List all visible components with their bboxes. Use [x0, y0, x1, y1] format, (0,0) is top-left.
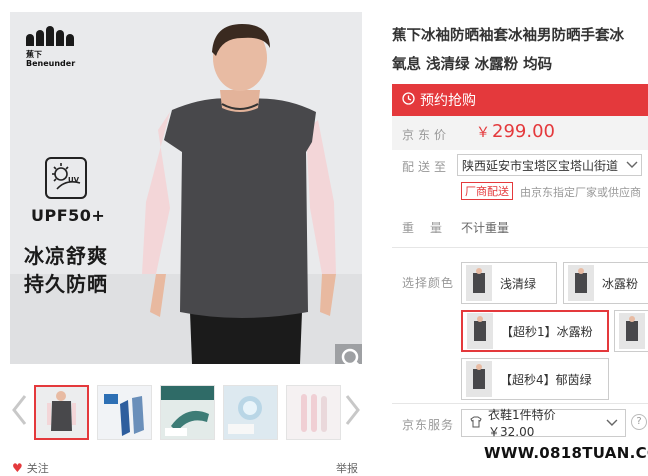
- price-label: 京东价: [402, 128, 451, 142]
- service-value: 衣鞋1件特价 ￥32.00: [488, 408, 556, 439]
- heart-icon: ♥: [12, 461, 23, 475]
- clock-icon: [402, 91, 415, 109]
- magnifier-icon: [341, 348, 360, 364]
- uv-label: UV: [68, 176, 80, 184]
- chevron-left-icon: [12, 395, 27, 425]
- zoom-button[interactable]: [335, 344, 362, 364]
- section-divider: [392, 247, 648, 248]
- thumbnail-2[interactable]: [97, 385, 152, 440]
- color-swatch: [466, 361, 492, 397]
- thumbnail-image: [36, 387, 87, 438]
- factory-delivery-badge: 厂商配送: [461, 182, 513, 200]
- thumbnail-image: [287, 386, 340, 439]
- chevron-right-icon: [345, 395, 360, 425]
- color-option-3[interactable]: 【超秒1】冰露粉: [461, 310, 609, 352]
- main-product-image[interactable]: 蕉下 Beneunder UV UPF50+ 冰凉舒爽 持久防晒: [10, 12, 362, 364]
- color-option-label: 浅清绿: [500, 276, 537, 291]
- currency-symbol: ￥: [476, 125, 490, 141]
- presale-banner: 预约抢购: [392, 84, 648, 116]
- site-watermark: WWW.0818TUAN.COM: [484, 444, 648, 462]
- thumbnail-image: [224, 386, 277, 439]
- service-selector[interactable]: 衣鞋1件特价 ￥32.00: [461, 408, 626, 439]
- sun-uv-icon: UV: [45, 157, 87, 199]
- thumbs-prev-arrow[interactable]: [10, 392, 30, 428]
- brand-logo-mark: [26, 26, 75, 46]
- color-option-overflow[interactable]: [614, 310, 648, 352]
- weight-value: 不计重量: [461, 221, 510, 235]
- color-swatch: [467, 313, 493, 349]
- service-label: 京东服务: [402, 418, 455, 432]
- brand-name-en: Beneunder: [26, 59, 76, 68]
- thumbnail-1[interactable]: [34, 385, 89, 440]
- color-option-4[interactable]: 【超秒4】郁茵绿: [461, 358, 609, 400]
- address-selector[interactable]: 陕西延安市宝塔区宝塔山街道: [457, 154, 642, 176]
- color-swatch: [619, 313, 645, 349]
- follow-button[interactable]: ♥ 关注: [12, 460, 49, 476]
- color-option-label: 【超秒1】冰露粉: [501, 324, 593, 339]
- slogan-line-2: 持久防晒: [24, 272, 108, 296]
- price-row: 京东价 ￥ 299.00: [392, 116, 648, 150]
- color-option-2[interactable]: 冰露粉: [563, 262, 648, 304]
- report-link[interactable]: 举报: [336, 460, 358, 476]
- price-value: ￥ 299.00: [476, 121, 555, 142]
- section-divider: [392, 403, 648, 404]
- chevron-down-icon: [606, 419, 618, 426]
- thumbnail-image: [161, 386, 214, 439]
- presale-label: 预约抢购: [420, 93, 476, 109]
- slogan-line-1: 冰凉舒爽: [24, 244, 108, 268]
- product-title-line-2: 氧息 浅清绿 冰露粉 均码: [392, 57, 553, 73]
- shirt-icon: [470, 416, 482, 431]
- thumbnail-4[interactable]: [223, 385, 278, 440]
- thumbnail-image: [98, 386, 151, 439]
- chevron-down-icon: [625, 160, 639, 170]
- thumbs-next-arrow[interactable]: [342, 392, 362, 428]
- follow-label: 关注: [26, 462, 49, 475]
- price-amount: 299.00: [492, 121, 555, 142]
- color-swatch: [466, 265, 492, 301]
- color-option-1[interactable]: 浅清绿: [461, 262, 557, 304]
- factory-delivery-note: 由京东指定厂家或供应商: [520, 186, 641, 199]
- brand-logo: 蕉下 Beneunder: [26, 26, 75, 68]
- info-icon[interactable]: ?: [631, 414, 647, 430]
- weight-label: 重量: [402, 221, 459, 235]
- color-option-label: 【超秒4】郁茵绿: [500, 372, 592, 387]
- color-swatch: [568, 265, 594, 301]
- thumbnail-5[interactable]: [286, 385, 341, 440]
- address-text: 陕西延安市宝塔区宝塔山街道: [462, 159, 619, 173]
- product-title-line-1: 蕉下冰袖防晒袖套冰袖男防晒手套冰: [392, 28, 624, 44]
- color-label: 选择颜色: [402, 276, 455, 290]
- upf-label: UPF50+: [31, 206, 106, 225]
- thumbnail-3[interactable]: [160, 385, 215, 440]
- model-photo: [142, 24, 336, 364]
- ship-label: 配送至: [402, 160, 451, 174]
- color-option-label: 冰露粉: [602, 276, 639, 291]
- brand-name-cn: 蕉下: [26, 50, 42, 59]
